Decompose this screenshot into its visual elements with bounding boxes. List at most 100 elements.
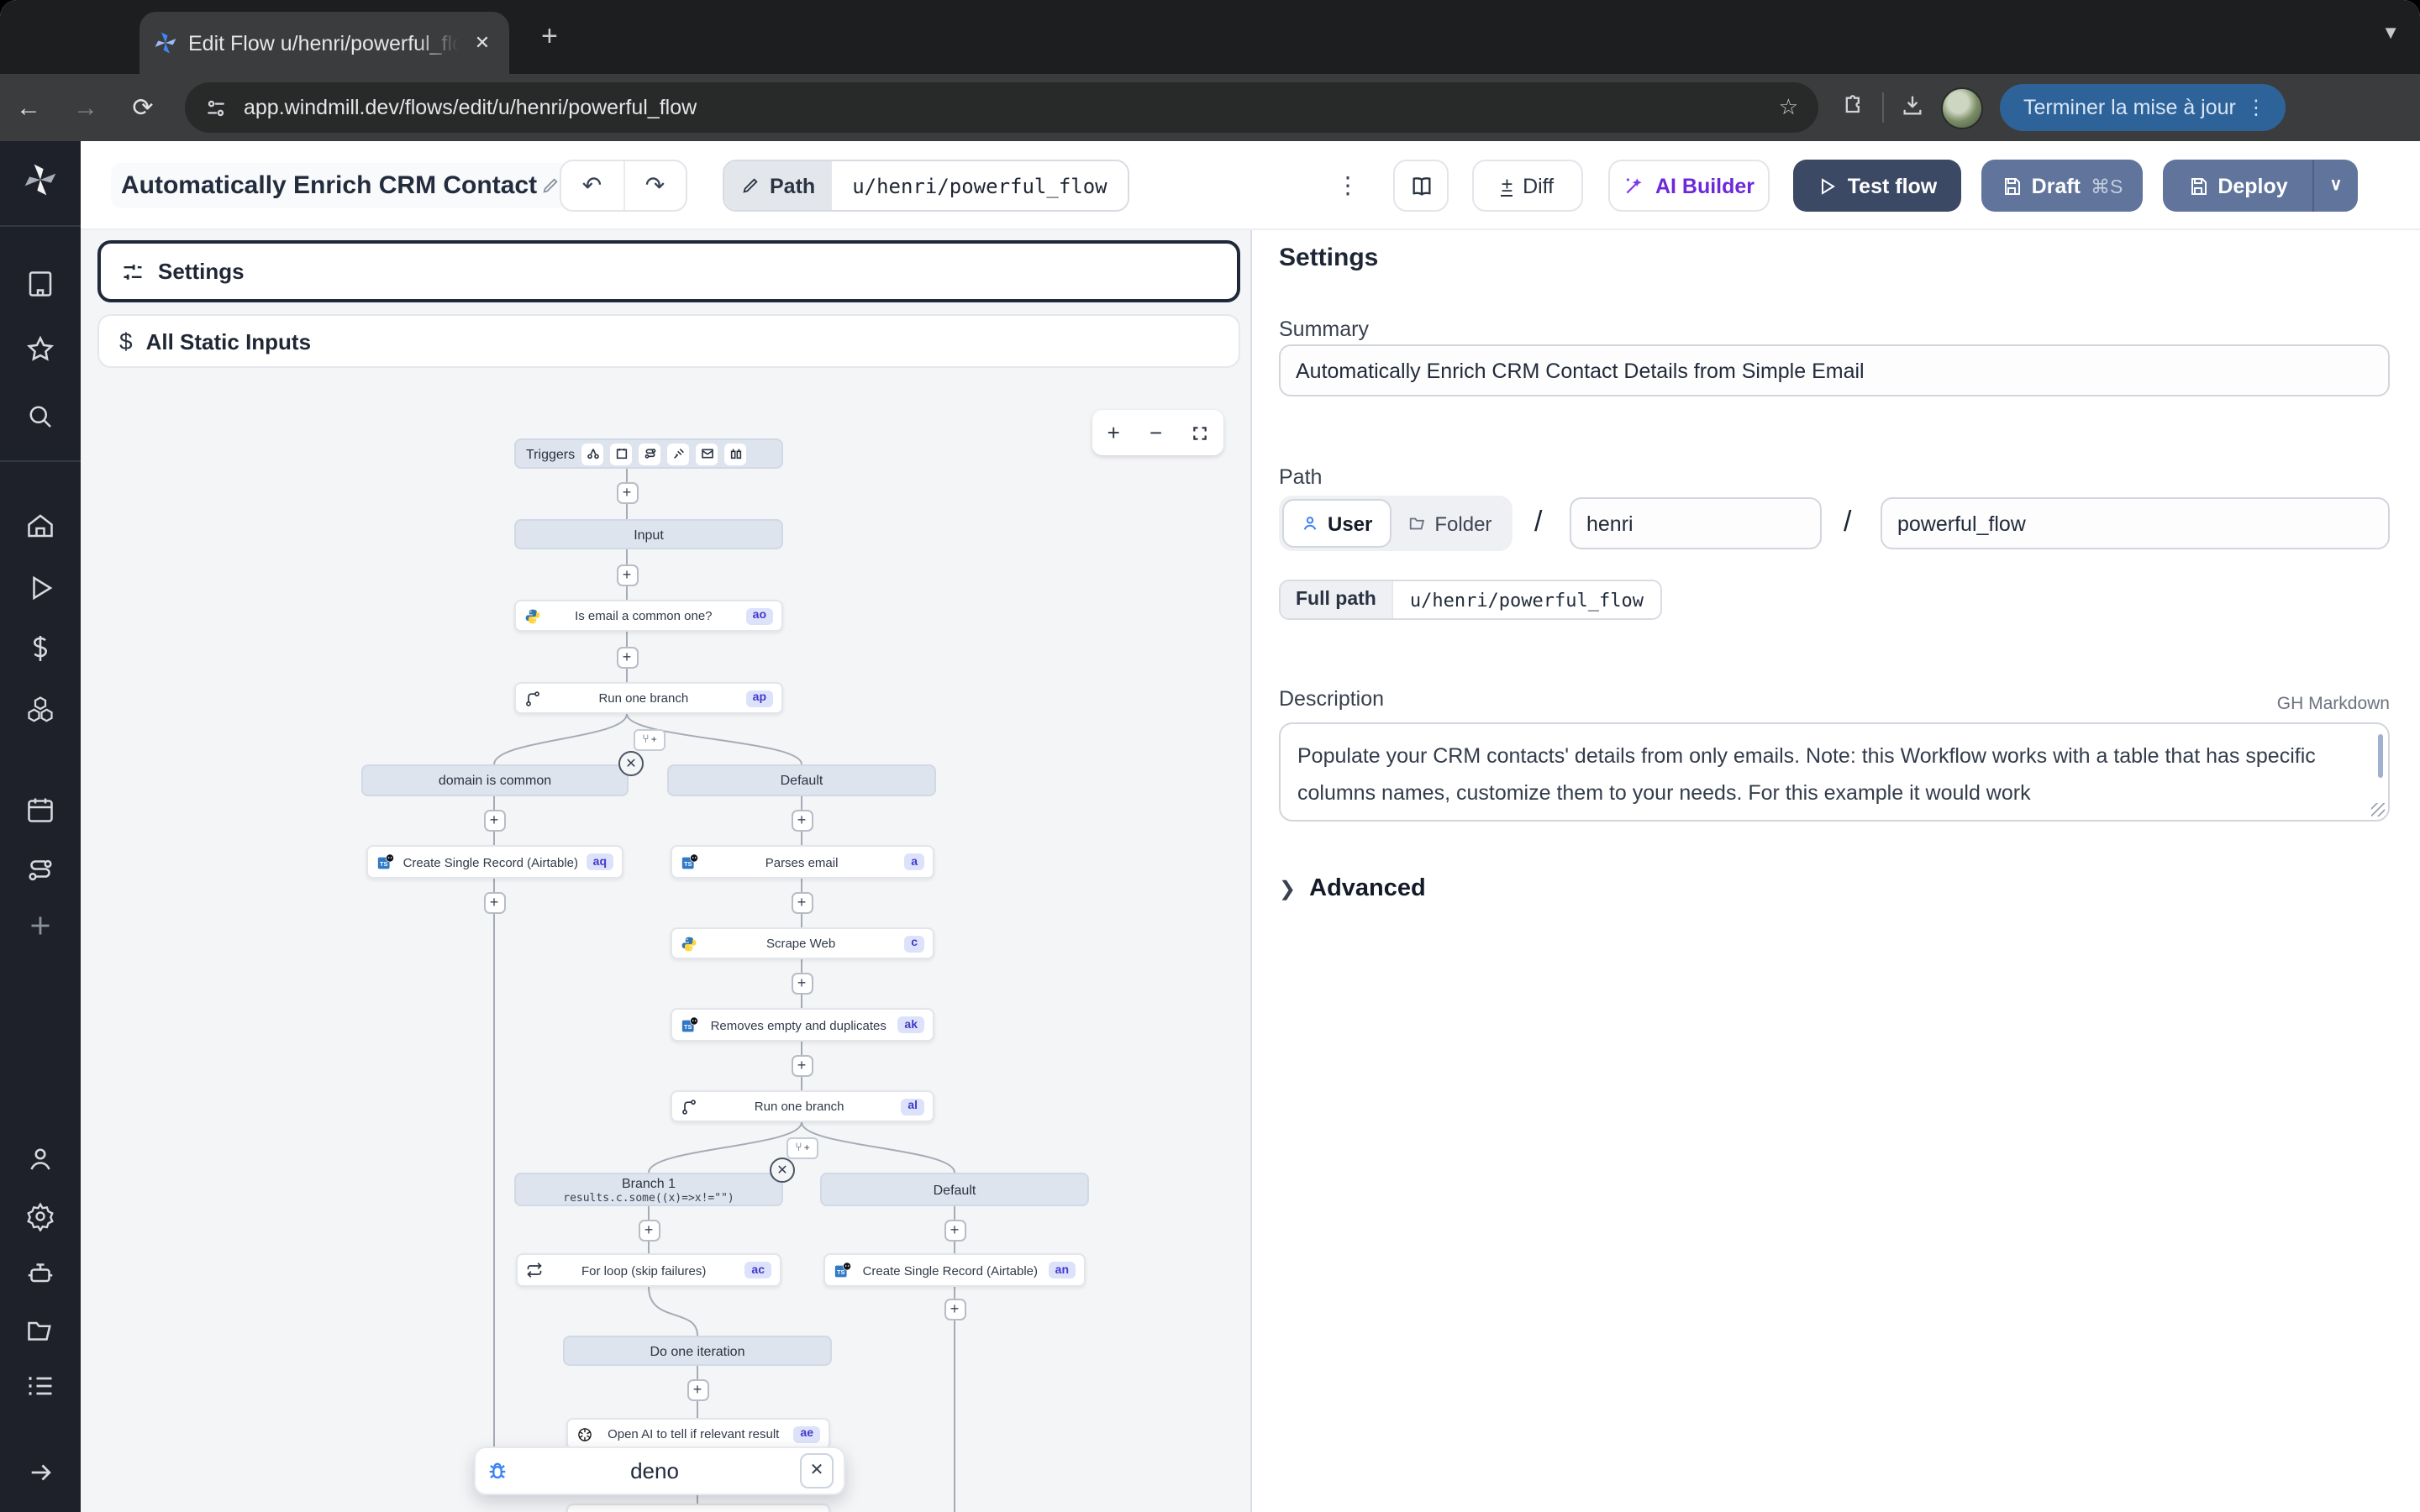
deploy-main[interactable]: Deploy (2163, 174, 2312, 197)
node-parses-email[interactable]: TS Parses email a (671, 845, 934, 879)
test-flow-button[interactable]: Test flow (1793, 160, 1961, 212)
reload-icon[interactable]: ⟳ (114, 92, 171, 123)
add-step-button[interactable]: + (791, 1054, 813, 1076)
http-route-trigger-icon[interactable] (639, 443, 660, 465)
sidebar-item-schedules[interactable] (0, 795, 81, 825)
sidebar-item-workspace[interactable] (0, 269, 81, 299)
add-step-button[interactable]: + (638, 1219, 660, 1241)
browser-update-button[interactable]: Terminer la mise à jour ⋮ (2000, 84, 2286, 131)
extensions-icon[interactable] (1842, 93, 1865, 122)
draft-button[interactable]: Draft ⌘S (1981, 160, 2143, 212)
websocket-trigger-icon[interactable] (667, 443, 689, 465)
undo-button[interactable]: ↶ (561, 161, 624, 210)
advanced-section-toggle[interactable]: ❯ Advanced (1279, 875, 1426, 902)
add-step-button[interactable]: + (483, 809, 505, 831)
owner-kind-folder-button[interactable]: Folder (1391, 499, 1508, 548)
do-one-iteration-node[interactable]: Do one iteration (563, 1336, 832, 1366)
add-step-button[interactable]: + (616, 646, 638, 668)
sidebar-item-favorites[interactable] (0, 334, 81, 365)
remove-branch-icon[interactable]: ✕ (770, 1158, 795, 1183)
sidebar-item-account[interactable] (0, 1144, 81, 1174)
webhook-trigger-icon[interactable] (581, 443, 603, 465)
sidebar-item-home[interactable] (0, 511, 81, 541)
add-step-button[interactable]: + (483, 891, 505, 913)
sidebar-item-runs[interactable] (0, 573, 81, 603)
add-step-button[interactable]: + (791, 891, 813, 913)
branch-fork-icon[interactable]: ⑂+ (634, 729, 666, 751)
node-run-one-branch-top[interactable]: Run one branch ap (514, 682, 783, 714)
sidebar-expand-arrow-icon[interactable] (0, 1458, 81, 1487)
bookmark-star-icon[interactable]: ☆ (1779, 94, 1798, 121)
sidebar-item-folders[interactable] (0, 1315, 81, 1346)
node-run-one-branch-mid[interactable]: Run one branch al (671, 1090, 934, 1122)
browser-tab[interactable]: Edit Flow u/henri/powerful_flo ✕ (139, 12, 509, 74)
back-icon[interactable]: ← (0, 93, 57, 122)
textarea-scrollbar[interactable] (2378, 734, 2383, 778)
docs-button[interactable] (1393, 160, 1449, 212)
redo-button[interactable]: ↷ (624, 161, 686, 210)
address-bar[interactable]: app.windmill.dev/flows/edit/u/henri/powe… (185, 82, 1818, 133)
sidebar-item-resources[interactable] (0, 694, 81, 724)
deploy-button[interactable]: Deploy ∨ (2163, 160, 2358, 212)
node-scrape-web[interactable]: Scrape Web c (671, 927, 934, 959)
path-name-input[interactable] (1881, 497, 2390, 549)
owner-kind-user-button[interactable]: User (1282, 499, 1391, 548)
save-icon (2187, 176, 2207, 196)
ai-builder-button[interactable]: AI Builder (1608, 160, 1770, 212)
tab-search-chevron-icon[interactable]: ▼ (2381, 24, 2400, 44)
add-step-button[interactable]: + (944, 1298, 965, 1320)
add-step-button[interactable]: + (687, 1378, 708, 1400)
close-tooltip-icon[interactable]: ✕ (800, 1453, 834, 1488)
site-settings-icon[interactable] (205, 97, 227, 118)
path-owner-input[interactable] (1570, 497, 1822, 549)
add-step-button[interactable]: + (791, 972, 813, 994)
add-step-button[interactable]: + (791, 809, 813, 831)
triggers-node[interactable]: Triggers (514, 438, 783, 469)
node-create-single-record-left[interactable]: TS Create Single Record (Airtable) aq (366, 845, 623, 879)
summary-input[interactable] (1279, 344, 2390, 396)
node-removes-empty-duplicates[interactable]: TS Removes empty and duplicates ak (671, 1008, 934, 1042)
tab-close-icon[interactable]: ✕ (469, 29, 496, 56)
add-step-button[interactable]: + (616, 564, 638, 585)
sidebar-item-settings[interactable] (0, 1201, 81, 1231)
remove-branch-icon[interactable]: ✕ (618, 751, 644, 776)
add-step-button[interactable]: + (944, 1219, 965, 1241)
sidebar-item-search[interactable] (0, 402, 81, 432)
profile-avatar[interactable] (1941, 87, 1983, 129)
poll-trigger-icon[interactable] (724, 443, 746, 465)
schedule-trigger-icon[interactable] (610, 443, 632, 465)
diff-button[interactable]: ± Diff (1472, 160, 1583, 212)
path-chip[interactable]: Path u/henri/powerful_flow (723, 160, 1129, 212)
branch-fork-icon[interactable]: ⑂+ (786, 1137, 818, 1159)
more-options-kebab-icon[interactable]: ⋮ (1331, 160, 1365, 212)
deploy-dropdown-chevron-icon[interactable]: ∨ (2314, 176, 2358, 195)
branch-header-branch-1[interactable]: Branch 1 results.c.some((x)=>x!="") (514, 1173, 783, 1206)
flow-canvas[interactable]: Settings $ All Static Inputs + − (81, 230, 1250, 1512)
sidebar-item-routes[interactable] (0, 855, 81, 885)
branch-header-default-2[interactable]: Default (820, 1173, 1089, 1206)
branch-header-default-1[interactable]: Default (667, 764, 936, 796)
add-step-button[interactable]: + (616, 481, 638, 503)
input-node[interactable]: Input (514, 519, 783, 549)
node-openai-relevance[interactable]: Open AI to tell if relevant result ae (566, 1418, 830, 1450)
repeat-loop-icon (526, 1262, 543, 1278)
branch-header-domain-is-common[interactable]: domain is common (361, 764, 629, 796)
windmill-logo[interactable] (0, 161, 81, 198)
description-textarea[interactable]: Populate your CRM contacts' details from… (1279, 722, 2390, 822)
email-trigger-icon[interactable] (696, 443, 718, 465)
partially-visible-node[interactable] (566, 1504, 830, 1512)
resize-handle-icon[interactable] (2371, 803, 2385, 816)
new-tab-icon[interactable]: + (541, 22, 558, 50)
sidebar-item-audit-logs[interactable] (0, 1371, 81, 1401)
forward-icon[interactable]: → (57, 93, 114, 122)
node-create-single-record-right[interactable]: TS Create Single Record (Airtable) an (823, 1253, 1086, 1287)
sidebar-item-variables[interactable] (0, 633, 81, 664)
sidebar-item-add[interactable] (0, 911, 81, 941)
downloads-icon[interactable] (1901, 93, 1924, 122)
node-id-badge: ak (897, 1016, 924, 1033)
node-for-loop[interactable]: For loop (skip failures) ac (516, 1253, 781, 1287)
sidebar-item-workers[interactable] (0, 1258, 81, 1289)
node-is-email-common[interactable]: Is email a common one? ao (514, 600, 783, 632)
browser-menu-kebab-icon[interactable]: ⋮ (2236, 96, 2276, 119)
flow-title[interactable]: Automatically Enrich CRM Contact (111, 163, 569, 208)
